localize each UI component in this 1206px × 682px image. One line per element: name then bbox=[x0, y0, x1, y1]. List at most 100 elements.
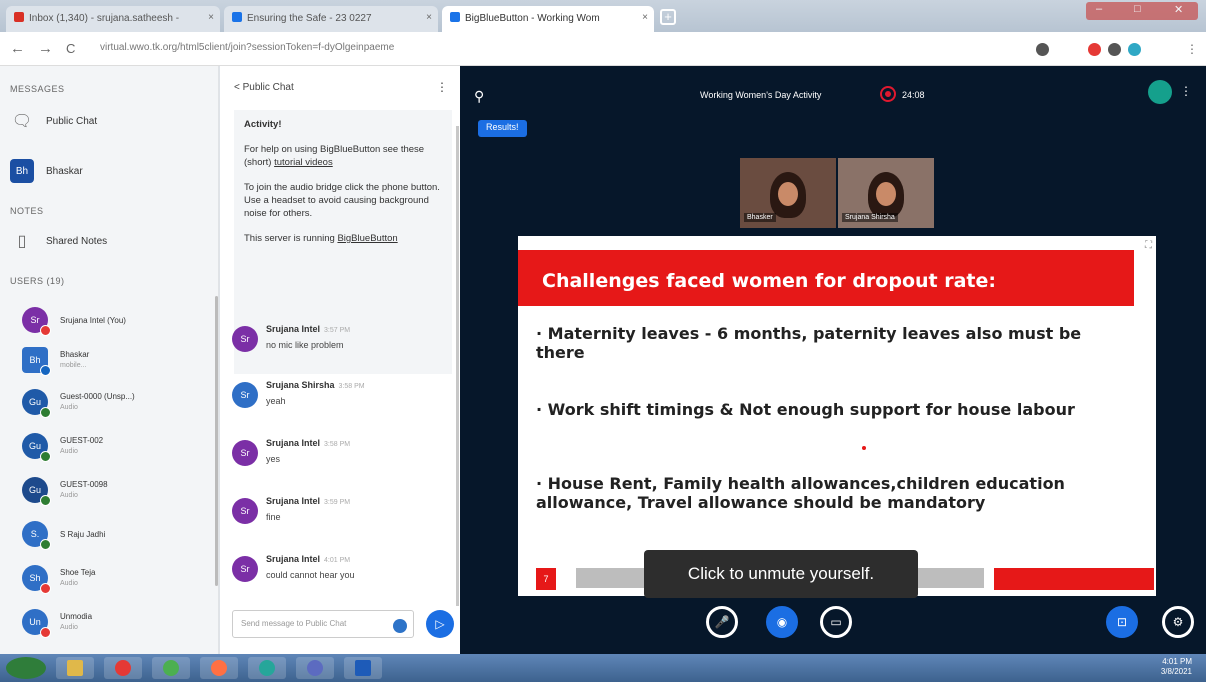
restore-presentation-button[interactable]: ⊡ bbox=[1106, 606, 1138, 638]
share-screen-button[interactable]: ▭ bbox=[820, 606, 852, 638]
back-button[interactable]: ← bbox=[10, 40, 25, 57]
options-menu-icon[interactable]: ⋮ bbox=[1180, 84, 1192, 98]
start-button[interactable] bbox=[6, 657, 46, 679]
avatar: Sr bbox=[232, 382, 258, 408]
minimize-icon[interactable]: – bbox=[1096, 3, 1102, 15]
taskbar-chrome[interactable] bbox=[104, 657, 142, 679]
taskbar-app[interactable] bbox=[296, 657, 334, 679]
settings-button[interactable]: ⚙ bbox=[1162, 606, 1194, 638]
user-list-item[interactable]: S. S Raju Jadhi bbox=[22, 516, 212, 552]
taskbar-app[interactable] bbox=[152, 657, 190, 679]
site-icon bbox=[450, 12, 460, 22]
system-clock[interactable]: 4:01 PM 3/8/2021 bbox=[1161, 657, 1192, 677]
status-icon bbox=[40, 365, 51, 376]
maximize-icon[interactable]: □ bbox=[1134, 3, 1141, 15]
audio-status-icon bbox=[40, 451, 51, 462]
user-list-item[interactable]: Gu GUEST-002 Audio bbox=[22, 428, 212, 464]
webcam-video[interactable]: Srujana Shirsha bbox=[838, 158, 934, 228]
new-tab-button[interactable]: + bbox=[660, 9, 676, 25]
chat-message: Sr Srujana Intel 3:59 PM fine bbox=[232, 494, 452, 538]
user-list-item[interactable]: Sh Shoe Teja Audio bbox=[22, 560, 212, 596]
chat-options-icon[interactable]: ⋮ bbox=[436, 80, 448, 94]
audio-status-icon bbox=[40, 407, 51, 418]
profile-avatar[interactable] bbox=[1128, 43, 1141, 56]
user-list-item[interactable]: Sr Srujana Intel (You) bbox=[22, 302, 212, 338]
taskbar-app[interactable] bbox=[248, 657, 286, 679]
meeting-title: Working Women's Day Activity bbox=[700, 90, 822, 100]
chat-message: Sr Srujana Shirsha 3:58 PM yeah bbox=[232, 378, 452, 422]
recording-indicator-icon[interactable] bbox=[880, 86, 896, 102]
public-chat-item[interactable]: 🗨 Public Chat bbox=[10, 106, 210, 136]
user-avatar-button[interactable] bbox=[1148, 80, 1172, 104]
avatar: Gu bbox=[22, 477, 51, 506]
extension-icon[interactable] bbox=[1036, 43, 1049, 56]
address-bar-row: ← → C virtual.wwo.tk.org/html5client/joi… bbox=[0, 32, 1206, 66]
user-list-item[interactable]: Un Unmodia Audio bbox=[22, 604, 212, 640]
presenter-pointer bbox=[862, 446, 866, 450]
slide-bullet: · Work shift timings & Not enough suppor… bbox=[536, 400, 1075, 419]
extension-icon[interactable] bbox=[1088, 43, 1101, 56]
slide-number: 7 bbox=[536, 568, 556, 590]
user-list-toggle-icon[interactable]: ⚲ bbox=[474, 88, 484, 105]
audio-status-icon bbox=[40, 495, 51, 506]
close-tab-icon[interactable]: × bbox=[426, 12, 432, 23]
chat-message-input[interactable]: Send message to Public Chat bbox=[232, 610, 414, 638]
tutorial-videos-link[interactable]: tutorial videos bbox=[274, 157, 333, 168]
notes-title: NOTES bbox=[10, 206, 44, 216]
private-chat-item[interactable]: Bh Bhaskar bbox=[10, 156, 210, 186]
tab-inbox[interactable]: Inbox (1,340) - srujana.satheesh - × bbox=[6, 6, 220, 32]
messages-title: MESSAGES bbox=[10, 84, 65, 94]
avatar: Bh bbox=[22, 347, 51, 376]
browser-menu-icon[interactable]: ⋮ bbox=[1186, 42, 1198, 56]
notes-icon: ▯ bbox=[17, 233, 27, 250]
webcam-button[interactable]: ◉ bbox=[766, 606, 798, 638]
tab-ensuring[interactable]: Ensuring the Safe - 23 0227 × bbox=[224, 6, 438, 32]
users-scrollbar[interactable] bbox=[215, 296, 218, 586]
reload-button[interactable]: C bbox=[66, 41, 75, 56]
shared-notes-item[interactable]: ▯ Shared Notes bbox=[10, 226, 210, 256]
taskbar-word[interactable] bbox=[344, 657, 382, 679]
close-tab-icon[interactable]: × bbox=[208, 12, 214, 23]
tab-bigbluebutton[interactable]: BigBlueButton - Working Wom × bbox=[442, 6, 654, 32]
unmute-toast: Click to unmute yourself. bbox=[644, 550, 918, 598]
recording-time: 24:08 bbox=[902, 90, 925, 100]
user-list-item[interactable]: Gu GUEST-0098 Audio bbox=[22, 472, 212, 508]
grammar-extension-icon[interactable] bbox=[393, 619, 407, 633]
slide-footer-bar bbox=[994, 568, 1154, 590]
webcam-video[interactable]: Bhasker bbox=[740, 158, 836, 228]
chat-message: Sr Srujana Intel 4:01 PM could cannot hea… bbox=[232, 552, 452, 596]
extension-icon[interactable] bbox=[1108, 43, 1121, 56]
users-panel: MESSAGES 🗨 Public Chat Bh Bhaskar NOTES … bbox=[0, 66, 219, 654]
mute-button[interactable]: 🎤 bbox=[706, 606, 738, 638]
chat-message: Sr Srujana Intel 3:58 PM yes bbox=[232, 436, 452, 480]
avatar: Sr bbox=[232, 498, 258, 524]
taskbar-explorer[interactable] bbox=[56, 657, 94, 679]
chat-header[interactable]: < Public Chat bbox=[234, 82, 294, 93]
users-title: USERS (19) bbox=[10, 276, 65, 286]
audio-status-icon bbox=[40, 539, 51, 550]
user-list-item[interactable]: Bh Bhaskar mobile... bbox=[22, 342, 212, 378]
send-message-button[interactable]: ▷ bbox=[426, 610, 454, 638]
mic-status-icon bbox=[40, 583, 51, 594]
avatar: Bh bbox=[10, 159, 34, 183]
user-list-item[interactable]: Gu Guest-0000 (Unsp...) Audio bbox=[22, 384, 212, 420]
windows-taskbar: 4:01 PM 3/8/2021 bbox=[0, 654, 1206, 682]
results-button[interactable]: Results! bbox=[478, 120, 527, 137]
url-field[interactable]: virtual.wwo.tk.org/html5client/join?sess… bbox=[100, 42, 800, 53]
avatar: Un bbox=[22, 609, 51, 638]
presentation-slide: ⛶ Challenges faced women for dropout rat… bbox=[518, 236, 1156, 596]
gmail-icon bbox=[14, 12, 24, 22]
avatar: S. bbox=[22, 521, 51, 550]
close-window-icon[interactable]: ✕ bbox=[1174, 3, 1183, 16]
bigbluebutton-link[interactable]: BigBlueButton bbox=[337, 233, 397, 244]
site-icon bbox=[232, 12, 242, 22]
slide-fullscreen-icon[interactable]: ⛶ bbox=[1145, 240, 1152, 251]
avatar: Gu bbox=[22, 389, 51, 418]
taskbar-firefox[interactable] bbox=[200, 657, 238, 679]
avatar: Sr bbox=[232, 556, 258, 582]
avatar: Sr bbox=[232, 440, 258, 466]
presentation-area: ⚲ Working Women's Day Activity 24:08 ⋮ R… bbox=[460, 66, 1206, 654]
chat-scrollbar[interactable] bbox=[456, 126, 459, 606]
forward-button[interactable]: → bbox=[38, 40, 53, 57]
close-tab-icon[interactable]: × bbox=[642, 12, 648, 23]
